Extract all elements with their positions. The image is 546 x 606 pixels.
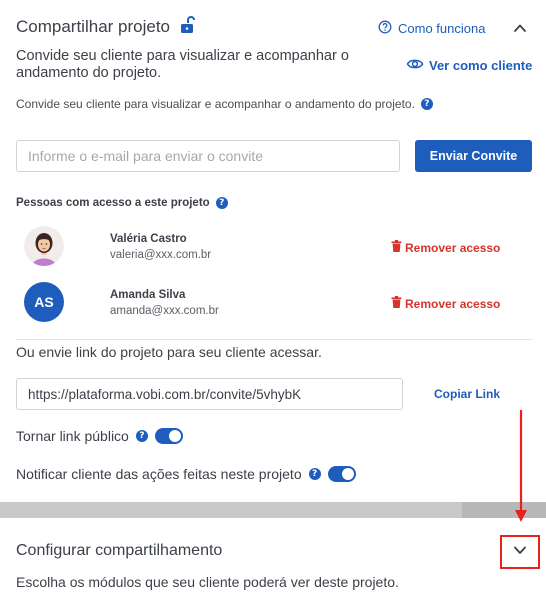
eye-icon (406, 57, 424, 74)
list-item: Valéria Castro valeria@xxx.com.br Remove… (24, 226, 524, 268)
how-it-works-label: Como funciona (398, 21, 486, 36)
person-email: valeria@xxx.com.br (110, 249, 212, 261)
public-link-label: Tornar link público (16, 428, 129, 444)
send-invite-button[interactable]: Enviar Convite (415, 140, 532, 172)
expand-configure-button[interactable] (500, 535, 540, 569)
configure-sharing-panel: Configurar compartilhamento Escolha os m… (0, 518, 546, 606)
share-project-panel: Compartilhar projeto Como funciona Convi… (0, 0, 546, 502)
overlay-gap-shade (462, 502, 546, 518)
see-as-client-label: Ver como cliente (429, 58, 533, 73)
share-subdescription: Convide seu cliente para visualizar e ac… (16, 97, 433, 111)
trash-icon (391, 296, 402, 311)
notify-client-row: Notificar cliente das ações feitas neste… (16, 466, 356, 482)
trash-icon (391, 240, 402, 255)
list-item: AS Amanda Silva amanda@xxx.com.br Remove… (24, 282, 524, 324)
how-it-works-link[interactable]: Como funciona (378, 20, 485, 37)
annotation-arrow-icon (515, 410, 527, 522)
person-name: Valéria Castro (110, 233, 187, 245)
remove-access-label: Remover acesso (405, 240, 501, 255)
question-icon[interactable]: ? (135, 430, 148, 442)
public-link-row: Tornar link público ? (16, 428, 183, 444)
unlock-icon (178, 16, 196, 39)
configure-sharing-title: Configurar compartilhamento (16, 542, 223, 559)
overlay-gap (0, 502, 546, 518)
avatar (24, 226, 64, 266)
share-link-input[interactable] (16, 378, 403, 410)
avatar: AS (24, 282, 64, 322)
person-email: amanda@xxx.com.br (110, 305, 219, 317)
remove-access-button[interactable]: Remover acesso (391, 240, 500, 255)
question-icon[interactable]: ? (215, 197, 228, 209)
share-description: Convide seu cliente para visualizar e ac… (16, 48, 349, 81)
remove-access-label: Remover acesso (405, 296, 501, 311)
notify-client-label: Notificar cliente das ações feitas neste… (16, 466, 302, 482)
person-name: Amanda Silva (110, 289, 186, 301)
configure-sharing-description: Escolha os módulos que seu cliente poder… (16, 574, 399, 590)
public-link-toggle[interactable] (154, 428, 183, 444)
remove-access-button[interactable]: Remover acesso (391, 296, 500, 311)
chevron-down-icon (511, 541, 529, 564)
access-section-title: Pessoas com acesso a este projeto ? (16, 197, 228, 209)
copy-link-button[interactable]: Copiar Link (434, 387, 500, 401)
chevron-up-icon[interactable] (511, 19, 529, 42)
link-description: Ou envie link do projeto para seu client… (16, 344, 322, 360)
notify-client-toggle[interactable] (327, 466, 356, 482)
page-title: Compartilhar projeto (16, 17, 171, 36)
invite-email-input[interactable] (16, 140, 400, 172)
see-as-client-link[interactable]: Ver como cliente (406, 57, 532, 74)
access-title-text: Pessoas com acesso a este projeto (16, 197, 210, 209)
divider (16, 339, 532, 340)
subdescription-text: Convide seu cliente para visualizar e ac… (16, 97, 415, 111)
help-circle-icon (378, 20, 392, 37)
question-icon[interactable]: ? (308, 468, 321, 480)
question-icon[interactable]: ? (420, 98, 433, 110)
